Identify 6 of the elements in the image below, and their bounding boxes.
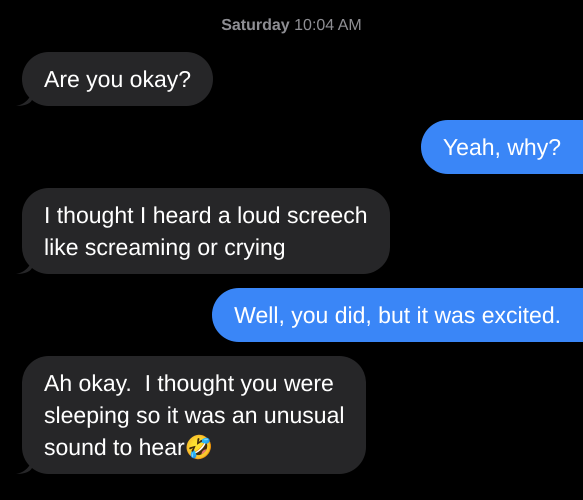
- message-bubble: I thought I heard a loud screech like screaming or crying: [22, 188, 390, 274]
- message-bubble: Yeah, why?: [420, 120, 583, 174]
- message-bubble: Are you okay?: [22, 52, 214, 106]
- message-bubble: Well, you did, but it was excited.: [212, 288, 583, 342]
- message-bubble: Ah okay. I thought you were sleeping so it was an unusual sound to hear🤣: [22, 356, 366, 474]
- message-timestamp: Saturday 10:04 AM: [220, 16, 363, 36]
